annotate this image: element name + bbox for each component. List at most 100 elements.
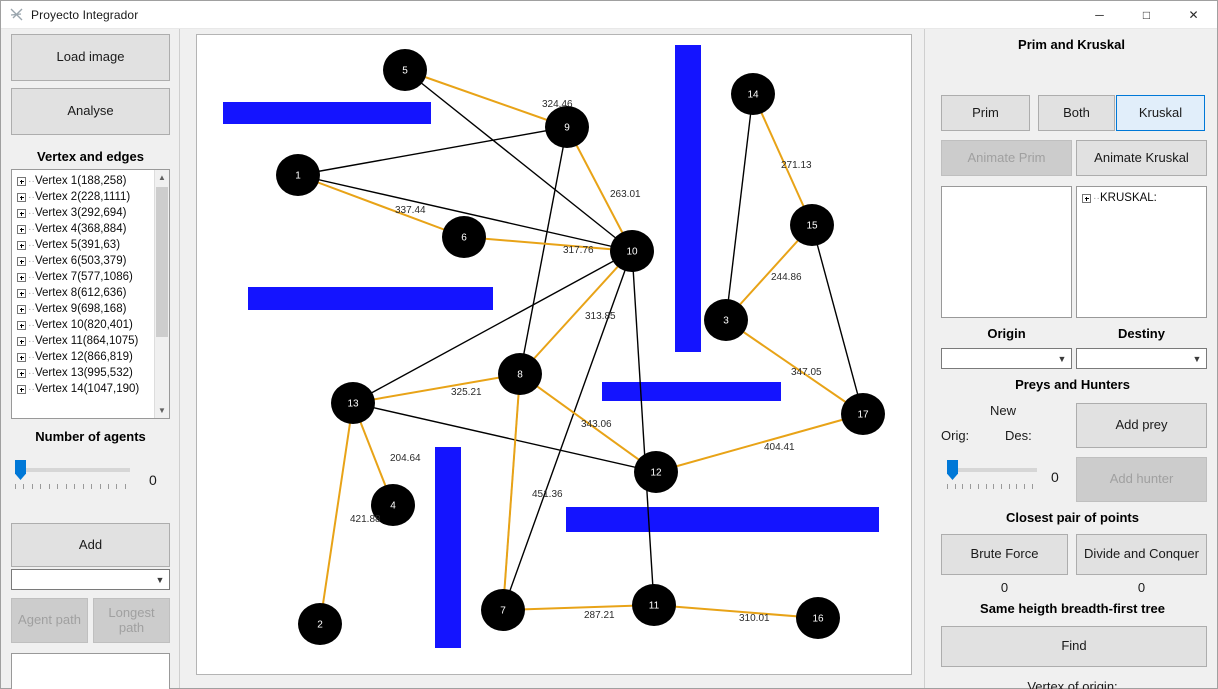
edge-weight-label: 263.01 [610, 189, 641, 200]
vertex-tree-row-label: Vertex 12(866,819) [35, 351, 133, 363]
maximize-button[interactable]: □ [1123, 1, 1170, 29]
edge-weight-label: 317.76 [563, 245, 594, 256]
graph-node-label: 5 [402, 66, 408, 77]
tree-dot-leader: ·· [28, 351, 35, 363]
tree-dot-leader: ·· [28, 287, 35, 299]
expand-icon[interactable] [17, 240, 26, 250]
obstacle-rect [602, 382, 781, 401]
agents-slider-thumb[interactable] [15, 460, 26, 480]
expand-icon[interactable] [17, 304, 26, 314]
brute-force-value: 0 [1000, 580, 1009, 595]
add-prey-button[interactable]: Add prey [1076, 403, 1207, 448]
animate-prim-button[interactable]: Animate Prim [941, 140, 1072, 176]
agent-path-button[interactable]: Agent path [11, 598, 88, 643]
agents-slider-track[interactable] [15, 460, 130, 489]
expand-icon[interactable] [17, 256, 26, 266]
kruskal-button[interactable]: Kruskal [1116, 95, 1205, 131]
edge-weight-label: 310.01 [739, 613, 770, 624]
expand-icon[interactable] [17, 272, 26, 282]
longest-path-button[interactable]: Longest path [93, 598, 170, 643]
destiny-select[interactable]: ▼ [1076, 348, 1207, 369]
tree-dot-leader: ·· [28, 255, 35, 267]
add-hunter-button[interactable]: Add hunter [1076, 457, 1207, 502]
expand-icon[interactable] [17, 352, 26, 362]
vertex-tree-row[interactable]: ·· Vertex 5(391,63) [14, 237, 169, 253]
scrollbar-thumb[interactable] [156, 187, 168, 337]
expand-icon[interactable] [17, 224, 26, 234]
prim-button[interactable]: Prim [941, 95, 1030, 131]
edge-weight-label: 244.86 [771, 272, 802, 283]
add-button[interactable]: Add [11, 523, 170, 567]
vertex-tree-scrollbar[interactable]: ▲ ▼ [154, 170, 169, 418]
tree-dot-leader: ·· [1093, 192, 1100, 204]
agent-select[interactable]: ▼ [11, 569, 170, 590]
vertex-tree-row[interactable]: ·· Vertex 11(864,1075) [14, 333, 169, 349]
vertex-tree-row-label: Vertex 11(864,1075) [35, 335, 139, 347]
graph-edge [631, 250, 655, 606]
graph-node-label: 3 [723, 316, 729, 327]
minimize-button[interactable]: ─ [1076, 1, 1123, 29]
graph-node-label: 11 [649, 601, 660, 612]
expand-icon[interactable] [17, 384, 26, 394]
expand-icon[interactable] [17, 336, 26, 346]
graph-node-label: 7 [500, 606, 506, 617]
both-button[interactable]: Both [1038, 95, 1115, 131]
window-body: Load image Analyse Vertex and edges ·· Ve… [1, 29, 1217, 689]
expand-icon[interactable] [17, 176, 26, 186]
mst-edge [352, 373, 521, 404]
expand-icon[interactable] [17, 320, 26, 330]
expand-icon[interactable] [17, 368, 26, 378]
ph-slider-ticks [947, 484, 1033, 489]
expand-icon[interactable] [17, 192, 26, 202]
edge-weight-label: 421.88 [350, 514, 381, 525]
graph-canvas[interactable]: 1 2 3 4 5 6 7 8 9 10 11 12 13 14 15 16 17 324.46 337.44 317… [196, 34, 912, 675]
divide-and-conquer-button[interactable]: Divide and Conquer [1076, 534, 1207, 575]
scroll-down-icon[interactable]: ▼ [155, 403, 169, 418]
vertex-tree-row[interactable]: ·· Vertex 8(612,636) [14, 285, 169, 301]
expand-icon[interactable] [17, 288, 26, 298]
expand-icon[interactable] [1082, 193, 1091, 203]
load-image-button[interactable]: Load image [11, 34, 170, 81]
edge-weight-label: 324.46 [542, 99, 573, 110]
origin-select[interactable]: ▼ [941, 348, 1072, 369]
vertex-tree-row[interactable]: ·· Vertex 3(292,694) [14, 205, 169, 221]
close-button[interactable]: ✕ [1170, 1, 1217, 29]
find-button[interactable]: Find [941, 626, 1207, 667]
vertex-edges-tree[interactable]: ·· Vertex 1(188,258) ·· Vertex 2(228,1111) ·… [11, 169, 170, 419]
vertex-tree-row[interactable]: ·· Vertex 14(1047,190) [14, 381, 169, 397]
graph-node-label: 2 [317, 620, 323, 631]
graph-node-label: 15 [806, 221, 818, 232]
graph-edge [725, 93, 754, 321]
vertex-tree-row-label: Vertex 5(391,63) [35, 239, 121, 251]
ph-slider-track[interactable] [947, 460, 1037, 489]
graph-node-label: 10 [626, 247, 638, 258]
vertex-tree-row[interactable]: ·· Vertex 4(368,884) [14, 221, 169, 237]
vertex-tree-row[interactable]: ·· Vertex 12(866,819) [14, 349, 169, 365]
closest-pair-title: Closest pair of points [1006, 510, 1139, 525]
vertex-tree-row[interactable]: ·· Vertex 2(228,1111) [14, 189, 169, 205]
tree-dot-leader: ·· [28, 223, 35, 235]
vertex-tree-row[interactable]: ·· Vertex 13(995,532) [14, 365, 169, 381]
edge-weight-label: 313.85 [585, 311, 616, 322]
analyse-button[interactable]: Analyse [11, 88, 170, 135]
origin-title: Origin [987, 326, 1026, 341]
expand-icon[interactable] [17, 208, 26, 218]
vertex-tree-row[interactable]: ·· Vertex 1(188,258) [14, 173, 169, 189]
preys-and-hunters-title: Preys and Hunters [1015, 377, 1130, 392]
brute-force-button[interactable]: Brute Force [941, 534, 1068, 575]
scroll-up-icon[interactable]: ▲ [155, 170, 169, 185]
preys-hunters-slider[interactable] [947, 459, 1037, 489]
graph-node-label: 9 [564, 123, 570, 134]
kruskal-result-tree[interactable]: ·· KRUSKAL: [1076, 186, 1207, 318]
agents-slider[interactable] [15, 459, 130, 489]
obstacle-rect [223, 102, 431, 124]
tree-dot-leader: ·· [28, 303, 35, 315]
vertex-tree-row[interactable]: ·· Vertex 10(820,401) [14, 317, 169, 333]
vertex-tree-row[interactable]: ·· Vertex 7(577,1086) [14, 269, 169, 285]
obstacle-rect [675, 45, 701, 352]
vertex-tree-row[interactable]: ·· Vertex 6(503,379) [14, 253, 169, 269]
kruskal-root-row[interactable]: ·· KRUSKAL: [1079, 190, 1206, 206]
vertex-tree-row[interactable]: ·· Vertex 9(698,168) [14, 301, 169, 317]
animate-kruskal-button[interactable]: Animate Kruskal [1076, 140, 1207, 176]
obstacle-rect [248, 287, 493, 310]
